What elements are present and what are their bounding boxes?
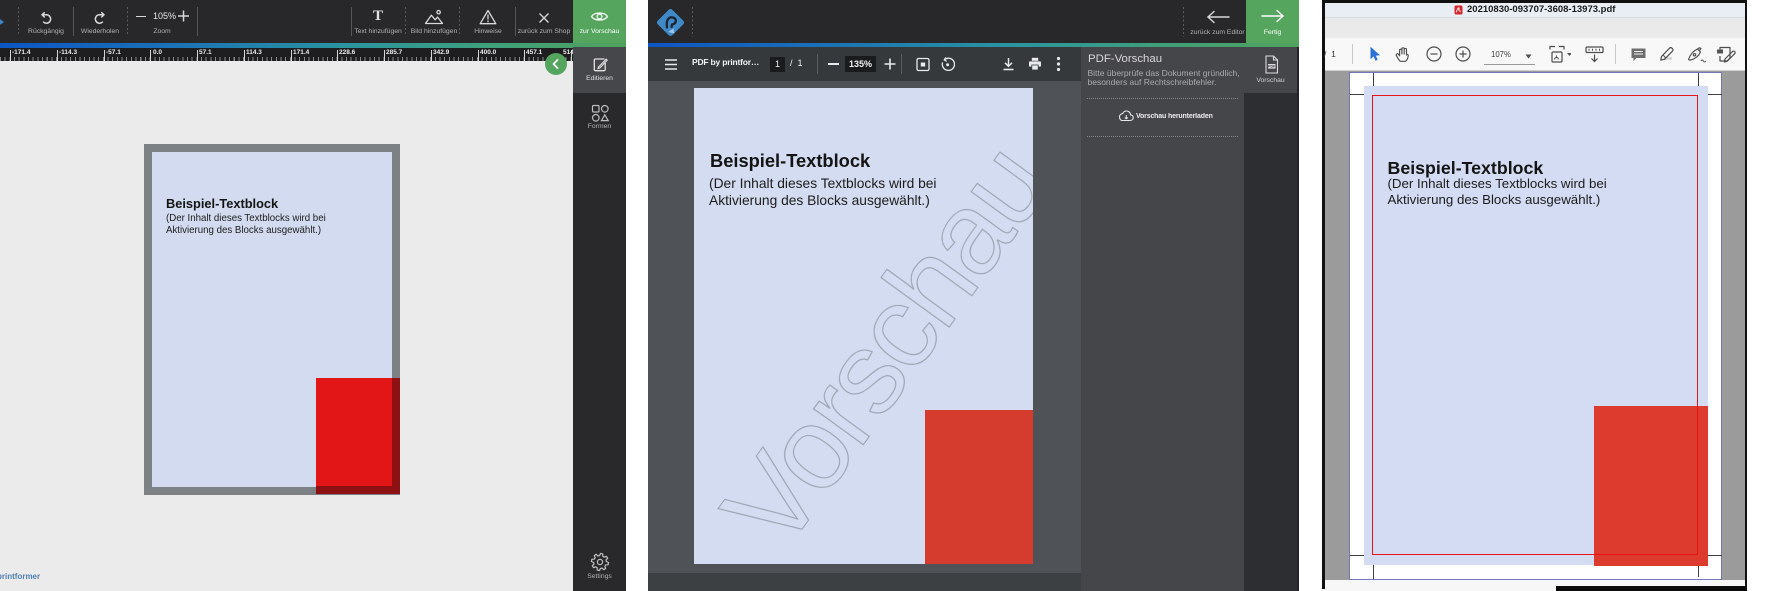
svg-text:PDF: PDF <box>1268 65 1276 69</box>
